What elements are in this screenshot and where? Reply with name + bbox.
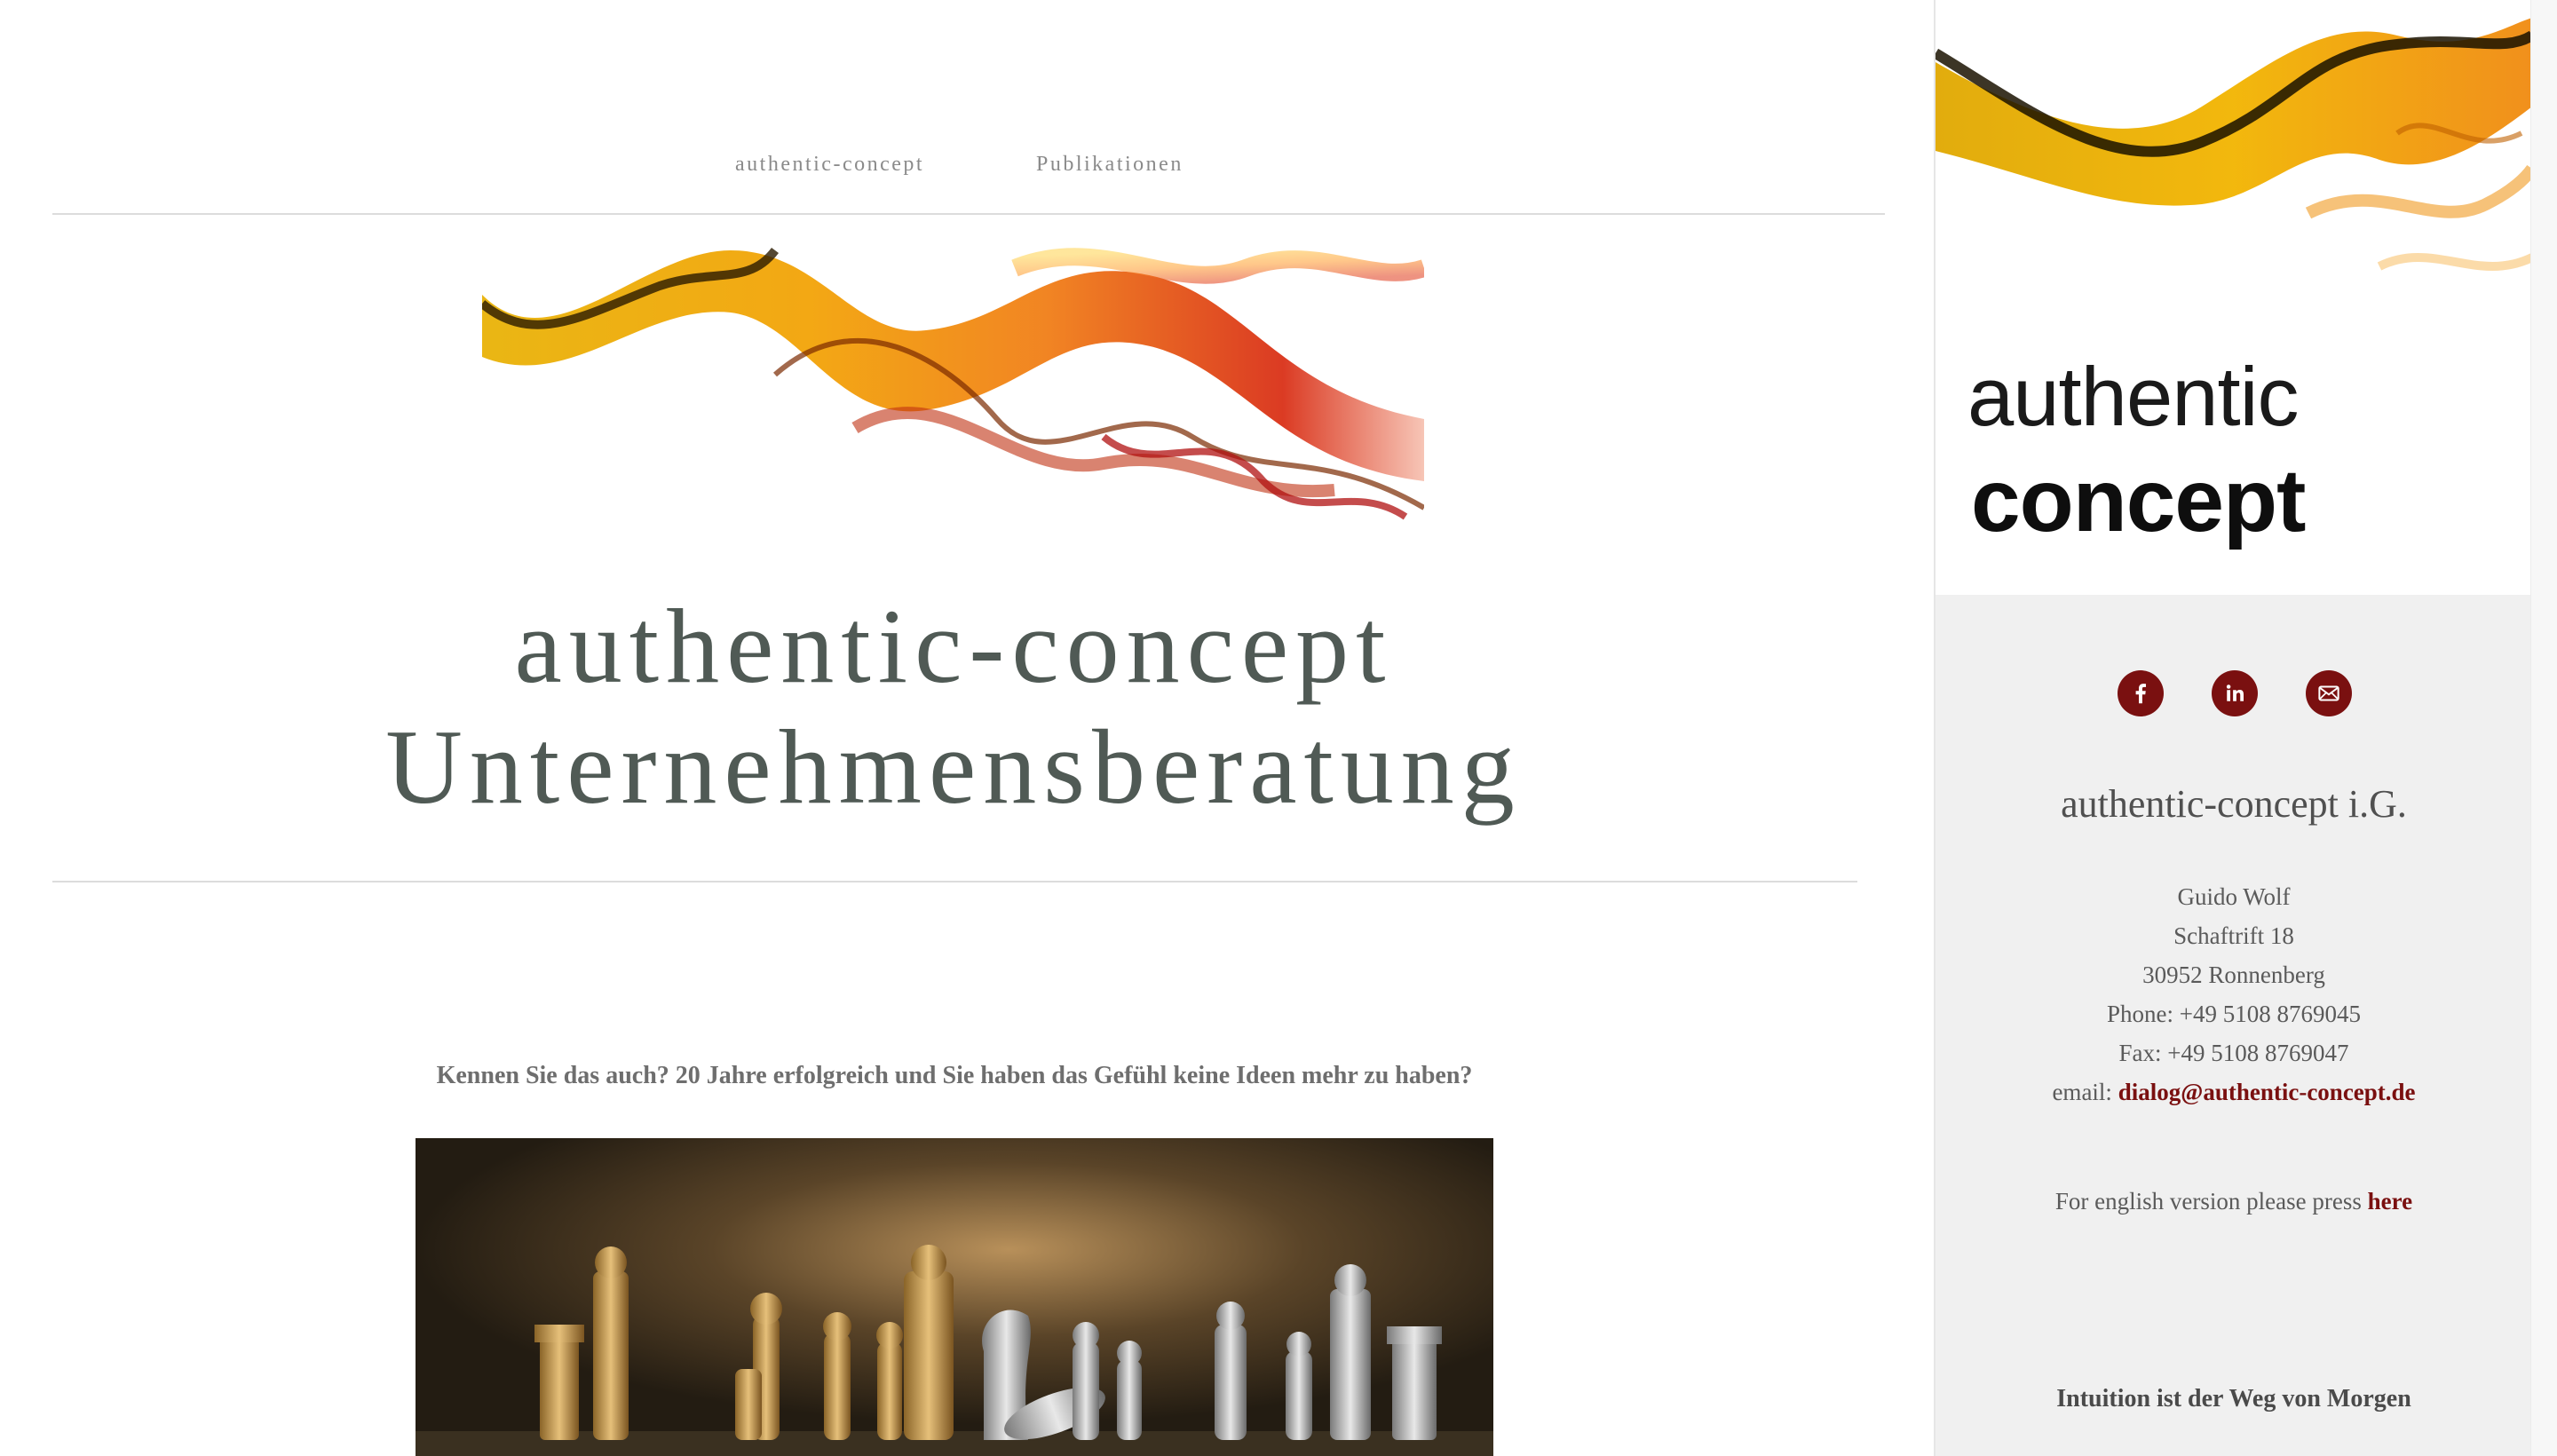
contact-name: Guido Wolf: [2177, 883, 2291, 910]
intro-text: Kennen Sie das auch? 20 Jahre erfolgreic…: [436, 1062, 1473, 1089]
social-links: [1936, 670, 2532, 720]
hero-smoke-banner-image: [482, 215, 1424, 540]
contact-address: Guido Wolf Schaftrift 18 30952 Ronnenber…: [1936, 877, 2532, 1112]
company-name: authentic-concept i.G.: [2061, 782, 2407, 826]
email-icon[interactable]: [2306, 670, 2352, 716]
contact-email-label: email:: [2052, 1079, 2118, 1105]
contact-email-link[interactable]: dialog@authentic-concept.de: [2118, 1079, 2416, 1105]
main-content: authentic-concept Publikationen authenti…: [0, 0, 1934, 1456]
top-navigation: authentic-concept Publikationen: [52, 142, 1885, 215]
motto: Intuition ist der Weg von Morgen: [2056, 1385, 2411, 1412]
nav-item-authentic-concept[interactable]: authentic-concept: [735, 153, 924, 177]
contact-street: Schaftrift 18: [2173, 922, 2294, 949]
site-title-line-2: Unternehmensberatung: [385, 708, 1522, 826]
logo[interactable]: authentic concept: [1936, 0, 2532, 595]
contact-city: 30952 Ronnenberg: [2142, 961, 2325, 988]
sidebar: authentic concept authentic-concept i.G.…: [1934, 0, 2532, 1456]
contact-phone: Phone: +49 5108 8769045: [2107, 1001, 2361, 1027]
logo-word-authentic: authentic: [1967, 350, 2300, 443]
nav-item-publikationen[interactable]: Publikationen: [1036, 153, 1184, 177]
chess-pieces-image: [416, 1138, 1493, 1456]
linkedin-icon[interactable]: [2212, 670, 2258, 716]
english-version-link[interactable]: here: [2368, 1188, 2412, 1215]
logo-word-concept: concept: [1971, 451, 2306, 550]
facebook-icon[interactable]: [2118, 670, 2164, 716]
contact-email-line: email: dialog@authentic-concept.de: [1936, 1072, 2532, 1112]
contact-fax: Fax: +49 5108 8769047: [2118, 1040, 2349, 1066]
divider: [52, 881, 1857, 882]
site-title: authentic-concept Unternehmensberatung: [52, 586, 1855, 827]
site-title-line-1: authentic-concept: [514, 587, 1393, 705]
page-scrollbar[interactable]: [2530, 0, 2557, 1456]
english-version-line: For english version please press here: [1936, 1188, 2532, 1215]
english-version-text: For english version please press: [2054, 1188, 2368, 1215]
